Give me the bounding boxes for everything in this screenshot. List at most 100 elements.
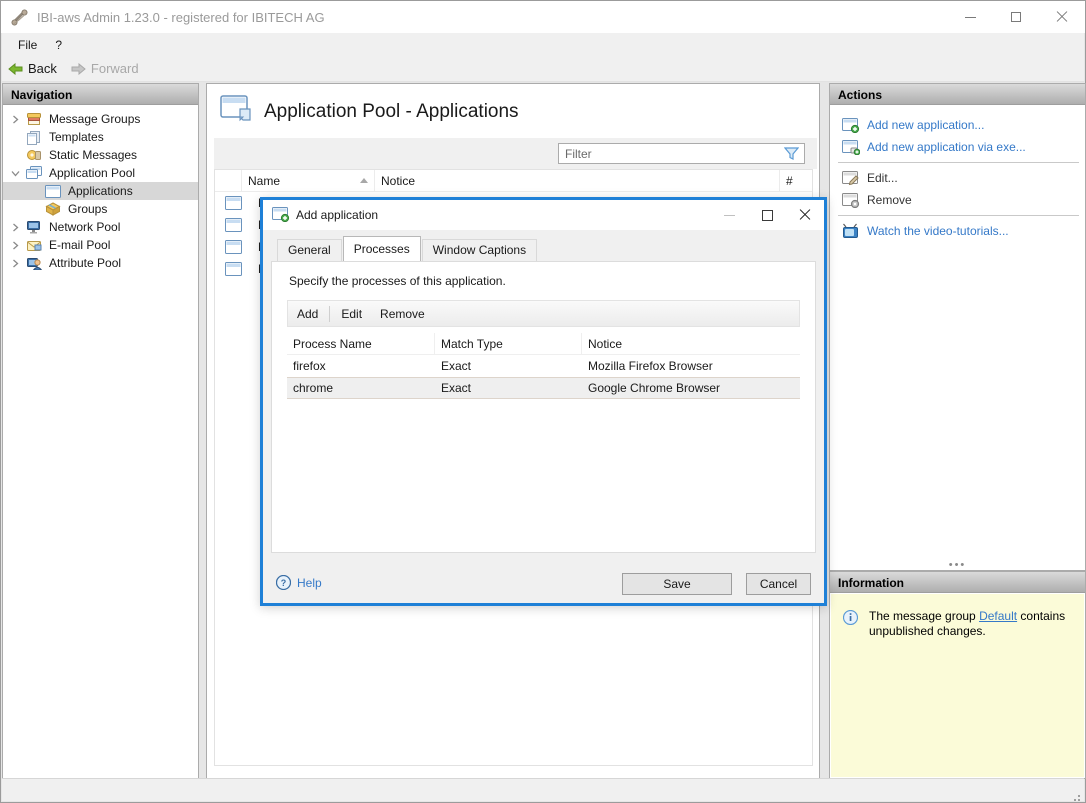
actions-list: Add new application... Add new applicati…: [830, 105, 1085, 242]
column-icon[interactable]: [215, 170, 242, 191]
column-process-name[interactable]: Process Name: [287, 333, 435, 354]
add-application-dialog-icon: [272, 207, 290, 222]
panel-splitter-handle[interactable]: •••: [830, 560, 1085, 571]
resize-grip-icon[interactable]: [1078, 795, 1080, 797]
menu-help[interactable]: ?: [46, 35, 71, 55]
forward-button[interactable]: Forward: [65, 59, 147, 78]
back-icon: [8, 62, 23, 75]
action-watch-video-tutorials[interactable]: Watch the video-tutorials...: [830, 220, 1085, 242]
nav-item-application-pool[interactable]: Application Pool: [3, 164, 198, 182]
window-icon: [225, 262, 242, 276]
column-notice[interactable]: Notice: [582, 333, 800, 354]
actions-panel: Actions Add new application... Add new a…: [829, 83, 1086, 571]
add-application-exe-icon: [842, 139, 860, 155]
back-button[interactable]: Back: [2, 59, 65, 78]
window-title: IBI-aws Admin 1.23.0 - registered for IB…: [37, 10, 325, 25]
action-remove[interactable]: Remove: [830, 189, 1085, 211]
chevron-right-icon[interactable]: [8, 241, 22, 250]
dialog-close-button[interactable]: [786, 200, 824, 230]
dialog-title-bar: Add application: [263, 200, 824, 230]
tab-general[interactable]: General: [277, 239, 342, 261]
information-header: Information: [830, 572, 1085, 593]
actions-header: Actions: [830, 84, 1085, 105]
close-icon: [799, 209, 811, 221]
processes-tab-page: Specify the processes of this applicatio…: [271, 261, 816, 553]
info-icon: [843, 610, 858, 625]
column-count[interactable]: #: [780, 170, 812, 191]
filter-input[interactable]: [559, 146, 784, 161]
menu-file[interactable]: File: [9, 35, 46, 55]
close-icon: [1056, 11, 1068, 23]
filter-icon[interactable]: [784, 147, 799, 160]
process-row-chrome[interactable]: chrome Exact Google Chrome Browser: [287, 377, 800, 399]
information-body: The message group Default contains unpub…: [831, 594, 1084, 777]
action-add-new-application-via-exe[interactable]: Add new application via exe...: [830, 136, 1085, 158]
nav-item-static-messages[interactable]: Static Messages: [3, 146, 198, 164]
add-application-icon: [842, 117, 860, 133]
nav-item-attribute-pool[interactable]: Attribute Pool: [3, 254, 198, 272]
action-edit[interactable]: Edit...: [830, 167, 1085, 189]
processes-toolbar: Add Edit Remove: [287, 300, 800, 327]
dialog-title: Add application: [296, 208, 379, 222]
nav-item-network-pool[interactable]: Network Pool: [3, 218, 198, 236]
cancel-button[interactable]: Cancel: [746, 573, 811, 595]
column-notice[interactable]: Notice: [375, 170, 780, 191]
groups-icon: [45, 202, 62, 216]
templates-icon: [26, 130, 43, 145]
window-icon: [225, 196, 242, 210]
column-name[interactable]: Name: [242, 170, 375, 191]
nav-item-applications[interactable]: Applications: [3, 182, 198, 200]
applications-table-header: Name Notice #: [215, 170, 812, 192]
nav-item-templates[interactable]: Templates: [3, 128, 198, 146]
chevron-down-icon[interactable]: [8, 170, 22, 177]
help-link[interactable]: ? Help: [276, 575, 322, 590]
process-row-firefox[interactable]: firefox Exact Mozilla Firefox Browser: [287, 355, 800, 377]
add-process-button[interactable]: Add: [288, 304, 327, 324]
chevron-right-icon[interactable]: [8, 259, 22, 268]
sort-ascending-icon: [360, 178, 368, 183]
default-group-link[interactable]: Default: [979, 609, 1017, 623]
nav-item-message-groups[interactable]: Message Groups: [3, 110, 198, 128]
tab-window-captions[interactable]: Window Captions: [421, 239, 538, 261]
tab-processes[interactable]: Processes: [342, 236, 421, 262]
close-button[interactable]: [1039, 1, 1085, 33]
maximize-button[interactable]: [993, 1, 1039, 33]
help-icon: ?: [276, 575, 291, 590]
navigation-header: Navigation: [3, 84, 198, 105]
information-message: The message group Default contains unpub…: [869, 609, 1066, 639]
minimize-button[interactable]: [947, 1, 993, 33]
processes-description: Specify the processes of this applicatio…: [289, 274, 506, 288]
application-pool-icon: [26, 166, 43, 180]
edit-process-button[interactable]: Edit: [332, 304, 371, 324]
toolbar-separator: [329, 305, 331, 322]
information-panel: Information The message group Default co…: [829, 571, 1086, 779]
column-match-type[interactable]: Match Type: [435, 333, 582, 354]
static-messages-icon: [26, 148, 43, 163]
nav-item-groups[interactable]: Groups: [3, 200, 198, 218]
processes-table-header: Process Name Match Type Notice: [287, 333, 800, 355]
action-add-new-application[interactable]: Add new application...: [830, 114, 1085, 136]
dialog-tabs: General Processes Window Captions: [277, 236, 538, 262]
attribute-pool-icon: [26, 256, 43, 270]
nav-item-email-pool[interactable]: E-mail Pool: [3, 236, 198, 254]
dialog-maximize-button[interactable]: [748, 200, 786, 230]
video-tutorials-icon: [842, 223, 860, 239]
dialog-minimize-button[interactable]: [710, 200, 748, 230]
chevron-right-icon[interactable]: [8, 223, 22, 232]
navigation-tree: Message Groups Templates Static Messages…: [3, 105, 198, 272]
save-button[interactable]: Save: [622, 573, 732, 595]
window-icon: [225, 218, 242, 232]
actions-divider: [838, 162, 1079, 163]
network-pool-icon: [26, 220, 43, 234]
minimize-icon: [964, 16, 976, 18]
menu-bar: File ?: [2, 33, 1084, 56]
remove-process-button[interactable]: Remove: [371, 304, 434, 324]
app-icon: [11, 9, 28, 26]
applications-icon: [45, 184, 62, 198]
maximize-icon: [761, 209, 773, 221]
page-title: Application Pool - Applications: [264, 101, 519, 122]
forward-icon: [71, 62, 86, 75]
page-title-icon: [220, 95, 251, 122]
dialog-window-controls: [710, 200, 824, 230]
chevron-right-icon[interactable]: [8, 115, 22, 124]
